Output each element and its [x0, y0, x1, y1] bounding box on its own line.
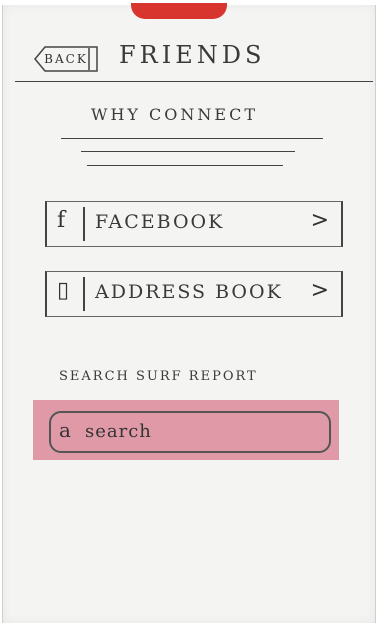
search-input[interactable]: a search — [49, 411, 331, 453]
facebook-icon: f — [57, 208, 68, 233]
row-separator — [83, 277, 85, 311]
search-section-label: SEARCH SURF REPORT — [59, 369, 258, 384]
search-placeholder: search — [85, 421, 152, 442]
heading-underline — [61, 138, 323, 139]
section-heading: WHY CONNECT — [91, 105, 258, 124]
scribble-line-2 — [87, 165, 283, 166]
scribble-line-1 — [81, 151, 295, 152]
header-divider — [15, 81, 373, 82]
chevron-right-icon: > — [310, 278, 329, 303]
paper-sketch-screen: BACK FRIENDS WHY CONNECT f FACEBOOK > ▯ … — [2, 3, 376, 623]
top-tab-marker — [131, 3, 227, 19]
address-book-icon: ▯ — [57, 278, 72, 303]
address-book-row[interactable]: ▯ ADDRESS BOOK > — [45, 271, 343, 317]
facebook-label: FACEBOOK — [95, 211, 225, 233]
address-book-label: ADDRESS BOOK — [95, 281, 283, 303]
row-separator — [83, 207, 85, 241]
chevron-right-icon: > — [310, 208, 329, 233]
back-button-label: BACK — [44, 52, 88, 66]
search-icon: a — [59, 418, 73, 442]
back-button[interactable]: BACK — [33, 45, 99, 73]
facebook-row[interactable]: f FACEBOOK > — [45, 201, 343, 247]
page-title: FRIENDS — [119, 41, 266, 69]
